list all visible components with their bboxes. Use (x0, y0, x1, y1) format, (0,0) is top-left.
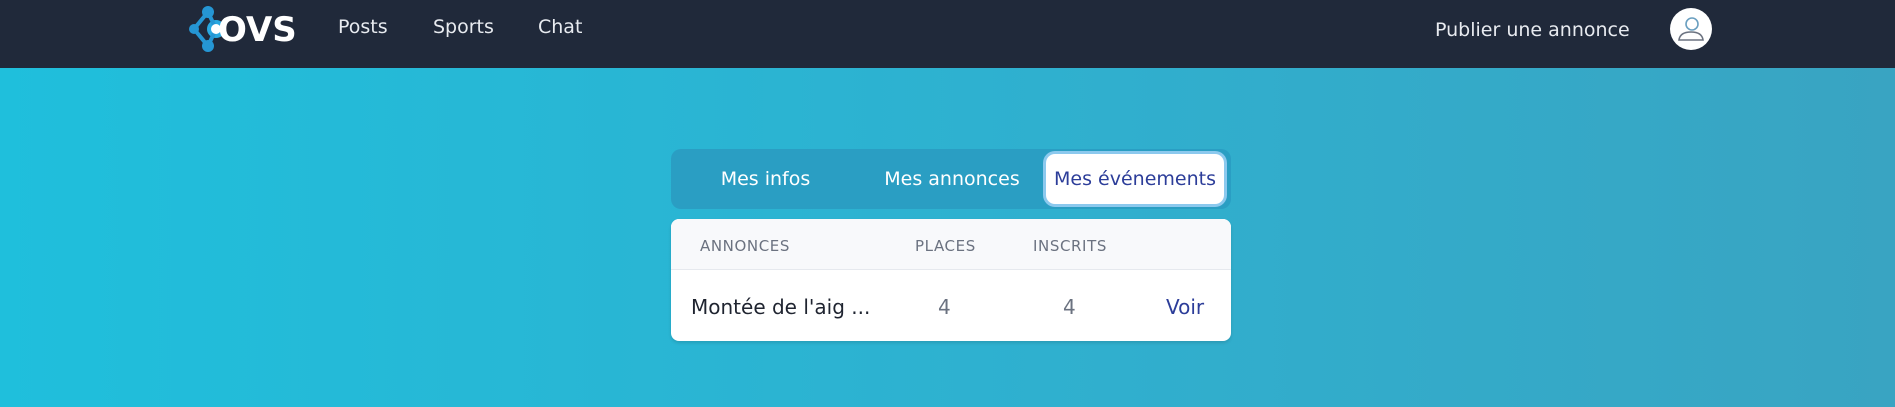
column-header-places: PLACES (915, 237, 976, 255)
view-event-link[interactable]: Voir (1166, 295, 1204, 319)
tab-mes-evenements[interactable]: Mes événements (1046, 154, 1224, 204)
tab-mes-infos[interactable]: Mes infos (677, 149, 854, 209)
nav-link-chat[interactable]: Chat (538, 16, 582, 38)
navbar: OVS Posts Sports Chat Publier une annonc… (0, 0, 1895, 68)
logo[interactable]: OVS (188, 2, 298, 56)
user-icon (1678, 17, 1704, 41)
table-header: ANNONCES PLACES INSCRITS (671, 219, 1231, 270)
nav-link-sports[interactable]: Sports (433, 16, 494, 38)
cell-annonce-title: Montée de l'aig ... (691, 295, 871, 319)
tab-mes-annonces[interactable]: Mes annonces (861, 149, 1043, 209)
cell-places: 4 (938, 295, 951, 319)
user-avatar-button[interactable] (1670, 8, 1712, 50)
publish-listing-link[interactable]: Publier une annonce (1435, 19, 1630, 41)
events-table: ANNONCES PLACES INSCRITS Montée de l'aig… (671, 219, 1231, 341)
cell-inscrits: 4 (1063, 295, 1076, 319)
nav-link-posts[interactable]: Posts (338, 16, 388, 38)
profile-tabs: Mes infos Mes annonces Mes événements (671, 149, 1231, 209)
column-header-inscrits: INSCRITS (1033, 237, 1107, 255)
column-header-annonces: ANNONCES (700, 237, 791, 255)
logo-text: OVS (218, 10, 297, 50)
